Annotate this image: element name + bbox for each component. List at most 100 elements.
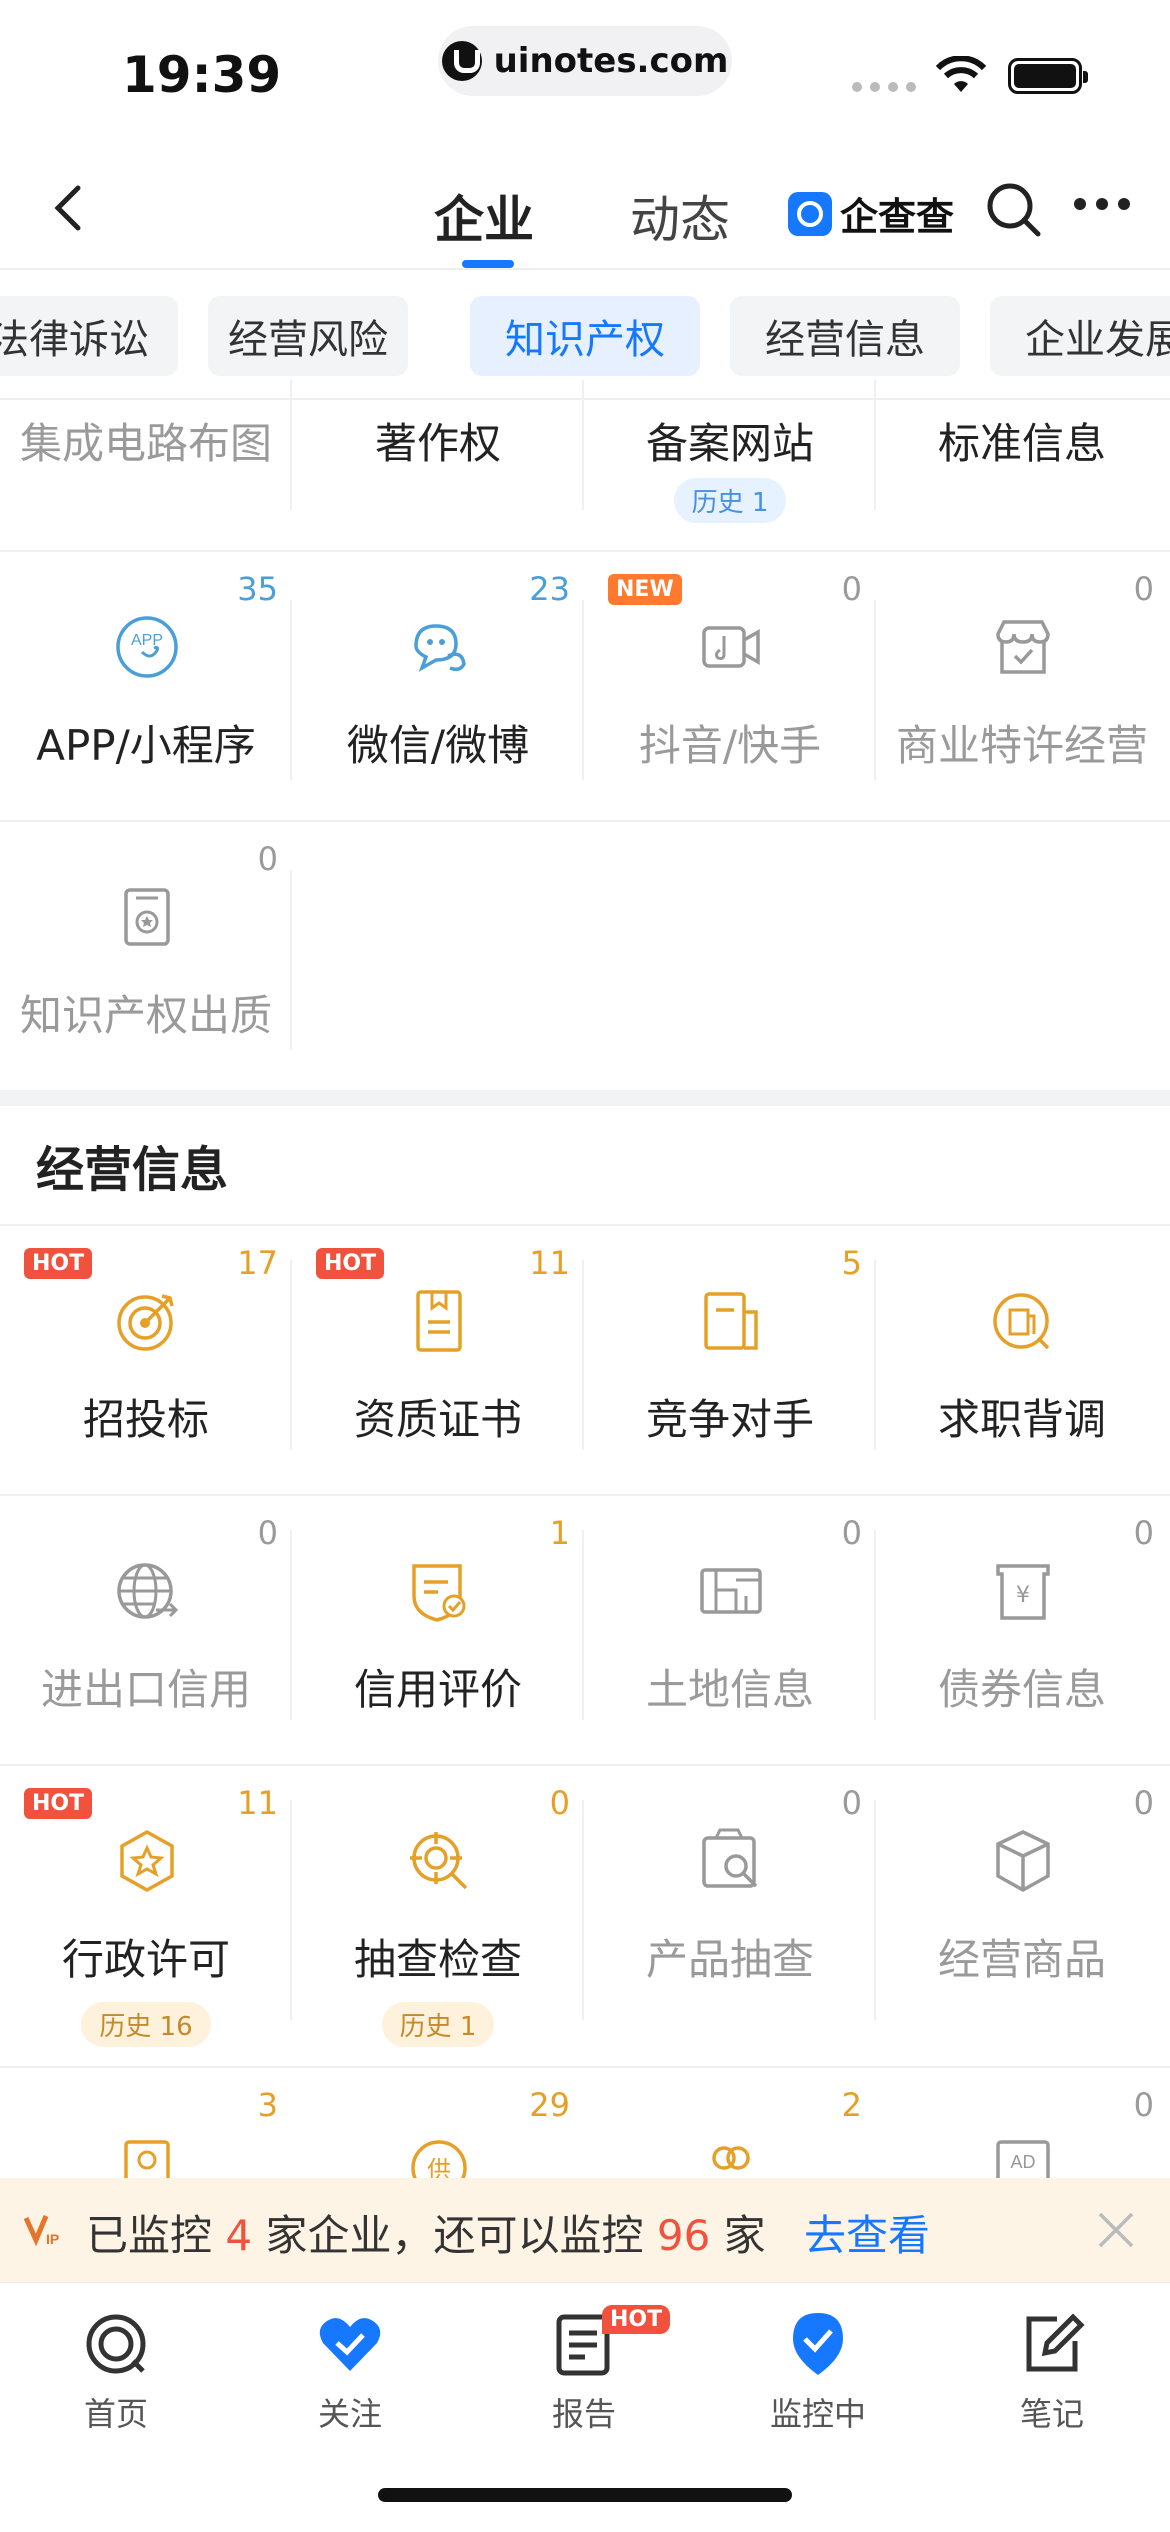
tabbar-label: 笔记 [1019, 2395, 1084, 2433]
monitor-view-link[interactable]: 去查看 [804, 2202, 930, 2263]
site-logo-icon [441, 41, 482, 81]
tabbar-monitor[interactable]: 监控中 [718, 2309, 918, 2435]
hot-badge: HOT [24, 1248, 93, 1279]
land-icon [700, 1568, 762, 1614]
competitor-icon [704, 1292, 758, 1350]
divider [874, 1800, 876, 2020]
new-badge: NEW [608, 574, 682, 605]
divider [290, 600, 292, 780]
section-gap [0, 1090, 1170, 1106]
count: 29 [529, 2086, 570, 2124]
monitor-icon [793, 2313, 843, 2375]
grid-item-land[interactable]: 0 土地信息 [584, 1496, 876, 1764]
grid-item-qualification[interactable]: HOT 11 资质证书 [292, 1226, 584, 1494]
video-icon [702, 626, 760, 668]
count: 0 [549, 1784, 570, 1822]
person-card-icon [124, 2140, 170, 2178]
globe-icon [117, 1563, 179, 1619]
grid-item-bond[interactable]: 0 ¥ 债券信息 [876, 1496, 1168, 1764]
count: 35 [237, 570, 278, 608]
history-badge: 历史 1 [584, 478, 876, 523]
certificate-icon [124, 888, 170, 946]
grid-item-competitor[interactable]: 5 竞争对手 [584, 1226, 876, 1494]
grid-item-douyin[interactable]: NEW 0 抖音/快手 [584, 552, 876, 820]
app-icon: APP [116, 616, 178, 678]
divider [290, 380, 292, 510]
grid-item-label: 经营商品 [937, 1935, 1106, 1984]
count: 5 [841, 1244, 862, 1282]
grid-item-goods[interactable]: 0 经营商品 [876, 1766, 1168, 2066]
grid-item-label: 债券信息 [937, 1665, 1106, 1714]
hot-badge: HOT [316, 1248, 385, 1279]
grid-item-standard[interactable]: 标准信息 [876, 250, 1168, 550]
battery-icon [1008, 58, 1088, 94]
job-search-icon [993, 1293, 1050, 1350]
wifi-icon [936, 56, 986, 92]
grid-item-bidding[interactable]: HOT 17 招投标 [0, 1226, 292, 1494]
grid-item-app[interactable]: 35 APP APP/小程序 [0, 552, 292, 820]
more-icon[interactable] [1074, 198, 1130, 210]
grid-item-spot-check[interactable]: 0 抽查检查 历史 1 [292, 1766, 584, 2066]
hot-badge: HOT [24, 1788, 93, 1819]
svg-text:APP: APP [131, 632, 163, 649]
divider [290, 1800, 292, 2020]
tab-company[interactable]: 企业 [434, 180, 534, 252]
grid-item-label: 产品抽查 [645, 1935, 814, 1984]
tabbar-home[interactable]: 首页 [16, 2309, 216, 2435]
grid-item-copyright[interactable]: 著作权 [292, 250, 584, 550]
count: 11 [529, 1244, 570, 1282]
grid-item-partial[interactable]: 0 AD [876, 2068, 1168, 2178]
divider [874, 1530, 876, 1720]
tabbar-label: 关注 [317, 2395, 382, 2433]
grid-item-wechat[interactable]: 23 微信/微博 [292, 552, 584, 820]
grid-item-label: 抖音/快手 [638, 721, 822, 770]
grid-item-credit[interactable]: 1 信用评价 [292, 1496, 584, 1764]
count: 0 [841, 1514, 862, 1552]
tabbar-label: 报告 [551, 2395, 616, 2433]
grid-item-label: 竞争对手 [645, 1395, 814, 1444]
url-pill[interactable]: uinotes.com [438, 26, 732, 96]
divider [290, 870, 292, 1050]
shield-check-icon [412, 1564, 466, 1622]
home-icon [86, 2314, 146, 2374]
divider [582, 1260, 584, 1450]
monitor-banner: IP 已监控 4 家企业，还可以监控 96 家 去查看 [0, 2178, 1170, 2282]
count: 17 [237, 1244, 278, 1282]
grid-item-import-export[interactable]: 0 进出口信用 [0, 1496, 292, 1764]
svg-text:¥: ¥ [1016, 1583, 1030, 1608]
count: 0 [841, 570, 862, 608]
grid-item-partial[interactable]: 29 供 [292, 2068, 584, 2178]
cellular-icon [852, 82, 916, 92]
heart-icon [319, 2318, 381, 2371]
hot-badge: HOT [602, 2305, 671, 2334]
tabbar-report[interactable]: HOT 报告 [484, 2305, 684, 2435]
close-icon[interactable] [1094, 2208, 1138, 2252]
grid-item-ip-pledge[interactable]: 0 知识产权出质 [0, 822, 292, 1090]
grid-item-website[interactable]: 备案网站 历史 1 [584, 250, 876, 550]
svg-text:IP: IP [46, 2231, 59, 2247]
tab-dynamics[interactable]: 动态 [630, 180, 730, 252]
grid-item-label: 集成电路布图 [19, 419, 272, 468]
grid-item-label: 信用评价 [353, 1665, 522, 1714]
grid-item-job-check[interactable]: 求职背调 [876, 1226, 1168, 1494]
count: 0 [1133, 570, 1154, 608]
grid-item-franchise[interactable]: 0 商业特许经营 [876, 552, 1168, 820]
count: 0 [257, 840, 278, 878]
back-icon[interactable] [40, 178, 100, 238]
grid-item-partial[interactable]: 3 [0, 2068, 292, 2178]
store-icon [996, 620, 1050, 674]
grid-item-partial[interactable]: 2 [584, 2068, 876, 2178]
divider [582, 1800, 584, 2020]
divider [582, 380, 584, 510]
tabbar-notes[interactable]: 笔记 [952, 2309, 1152, 2435]
grid-item-product-check[interactable]: 0 产品抽查 [584, 1766, 876, 2066]
grid-item-admin-license[interactable]: HOT 11 行政许可 历史 16 [0, 1766, 292, 2066]
history-badge: 历史 1 [292, 2002, 584, 2047]
inspect-icon [410, 1832, 468, 1890]
tabbar-follow[interactable]: 关注 [250, 2309, 450, 2435]
grid-item-label: APP/小程序 [36, 721, 256, 770]
search-icon[interactable] [984, 180, 1044, 240]
grid-item-ic-layout[interactable]: 集成电路布图 [0, 250, 292, 550]
note-icon [1026, 2313, 1085, 2372]
count: 0 [1133, 1514, 1154, 1552]
